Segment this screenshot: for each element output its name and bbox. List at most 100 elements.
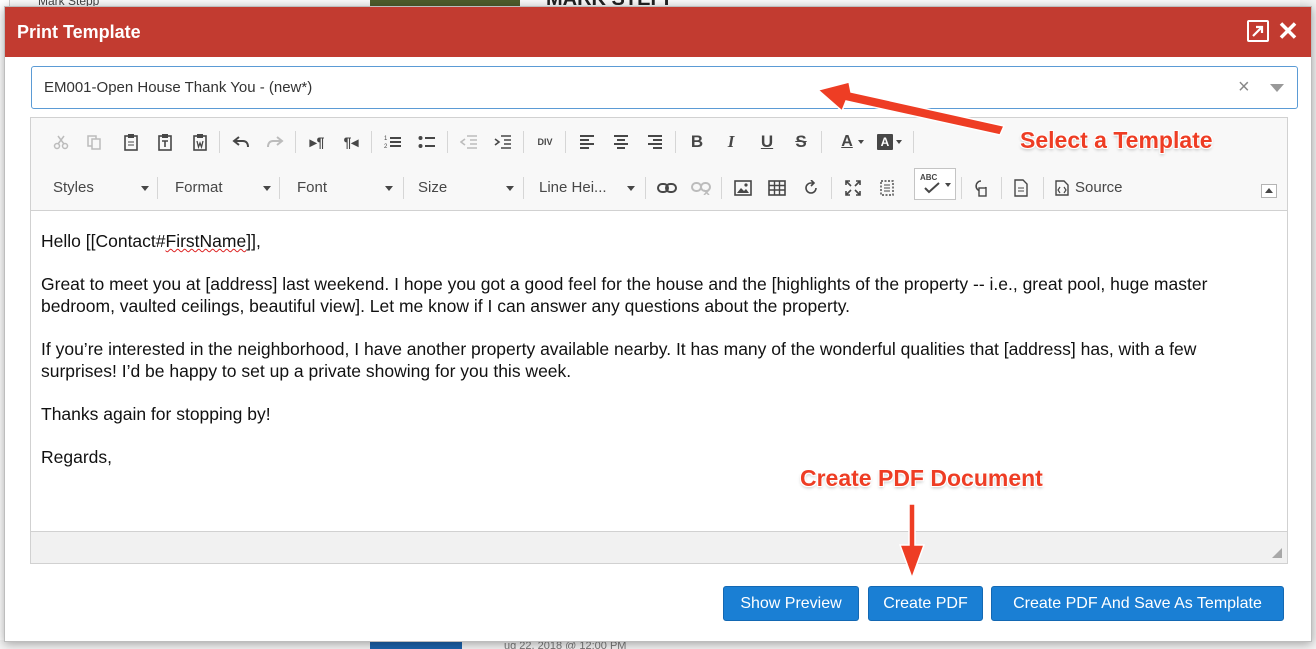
size-label: Size: [418, 179, 448, 196]
image-icon[interactable]: [729, 174, 757, 202]
toolbar-separator: [279, 177, 280, 199]
document-icon[interactable]: [1007, 174, 1035, 202]
toolbar-separator: [523, 177, 524, 199]
paste-word-icon[interactable]: [186, 128, 214, 156]
greeting-line: Hello [[Contact#FirstName]],: [41, 230, 1277, 252]
close-icon[interactable]: ✕: [1275, 16, 1301, 46]
toolbar-separator: [645, 177, 646, 199]
template-select[interactable]: EM001-Open House Thank You - (new*) ×: [31, 66, 1298, 109]
editor-body[interactable]: Hello [[Contact#FirstName]], Great to me…: [31, 212, 1287, 530]
underline-icon[interactable]: U: [753, 128, 781, 156]
italic-icon[interactable]: I: [717, 128, 745, 156]
editor-statusbar: [31, 531, 1287, 563]
toolbar-separator: [1043, 177, 1044, 199]
source-button[interactable]: Source: [1055, 174, 1123, 202]
chevron-down-icon: [385, 186, 393, 191]
paste-icon[interactable]: [117, 128, 145, 156]
rich-text-editor: ▸¶ ¶◂ 12 DIV B I U S A A Styles Format F…: [30, 117, 1288, 564]
outdent-icon[interactable]: [455, 128, 483, 156]
toolbar-separator: [913, 131, 914, 153]
bulleted-list-icon[interactable]: [413, 128, 441, 156]
chevron-down-icon: [627, 186, 635, 191]
toolbar-separator: [1001, 177, 1002, 199]
popout-icon[interactable]: [1247, 20, 1269, 42]
undo-icon[interactable]: [227, 128, 255, 156]
align-left-icon[interactable]: [573, 128, 601, 156]
print-template-dialog: Print Template ✕ EM001-Open House Thank …: [4, 6, 1312, 642]
size-dropdown[interactable]: Size: [410, 174, 520, 202]
align-center-icon[interactable]: [607, 128, 635, 156]
paste-text-icon[interactable]: [151, 128, 179, 156]
toolbar-separator: [523, 131, 524, 153]
indent-icon[interactable]: [489, 128, 517, 156]
toolbar-separator: [831, 177, 832, 199]
chevron-down-icon: [945, 183, 951, 187]
text-color-dropdown-icon[interactable]: [858, 140, 864, 144]
source-icon: [1055, 180, 1069, 196]
unlink-icon[interactable]: [687, 174, 715, 202]
create-pdf-button[interactable]: Create PDF: [868, 586, 983, 621]
spellcheck-icon: [924, 182, 940, 194]
body-paragraph-3: Thanks again for stopping by!: [41, 404, 271, 424]
collapse-toolbar-icon[interactable]: [1261, 184, 1277, 198]
align-right-icon[interactable]: [641, 128, 669, 156]
toolbar-separator: [565, 131, 566, 153]
refresh-icon[interactable]: [797, 174, 825, 202]
numbered-list-icon[interactable]: 12: [379, 128, 407, 156]
merge-field-token: FirstName: [165, 231, 247, 251]
ltr-icon[interactable]: ▸¶: [303, 128, 331, 156]
format-dropdown[interactable]: Format: [167, 174, 277, 202]
font-label: Font: [297, 179, 328, 196]
template-select-value: EM001-Open House Thank You - (new*): [44, 79, 313, 96]
strikethrough-icon[interactable]: S: [787, 128, 815, 156]
spellcheck-button[interactable]: ABC: [914, 168, 956, 200]
toolbar-separator: [821, 131, 822, 153]
format-label: Format: [175, 179, 223, 196]
styles-label: Styles: [53, 179, 94, 196]
styles-dropdown[interactable]: Styles: [45, 174, 155, 202]
resize-handle-icon[interactable]: [1271, 547, 1283, 559]
div-icon[interactable]: DIV: [531, 128, 559, 156]
maximize-icon[interactable]: [839, 174, 867, 202]
chevron-down-icon: [506, 186, 514, 191]
copy-icon[interactable]: [80, 128, 108, 156]
background-color-dropdown-icon[interactable]: [896, 140, 902, 144]
text-color-icon[interactable]: A: [833, 128, 861, 156]
annotation-select-template: Select a Template: [1020, 127, 1213, 153]
cut-icon[interactable]: [47, 128, 75, 156]
toolbar-separator: [371, 131, 372, 153]
dialog-titlebar: Print Template ✕: [5, 7, 1311, 57]
create-pdf-and-save-button[interactable]: Create PDF And Save As Template: [991, 586, 1284, 621]
toolbar-separator: [721, 177, 722, 199]
link-icon[interactable]: [653, 174, 681, 202]
toolbar-separator: [675, 131, 676, 153]
spellcheck-label: ABC: [920, 173, 938, 182]
chevron-down-icon: [263, 186, 271, 191]
show-preview-button[interactable]: Show Preview: [723, 586, 859, 621]
toolbar-separator: [295, 131, 296, 153]
chevron-down-icon[interactable]: [1270, 84, 1284, 92]
table-icon[interactable]: [763, 174, 791, 202]
toolbar-separator: [219, 131, 220, 153]
svg-text:1: 1: [384, 136, 388, 142]
greeting-prefix: Hello [[Contact#: [41, 231, 166, 251]
show-blocks-icon[interactable]: [873, 174, 901, 202]
greeting-suffix: ]],: [246, 231, 261, 251]
closing-line: Regards,: [41, 447, 113, 467]
line-height-dropdown[interactable]: Line Hei...: [531, 174, 641, 202]
line-height-label: Line Hei...: [539, 179, 607, 196]
svg-text:2: 2: [384, 144, 388, 150]
rtl-icon[interactable]: ¶◂: [337, 128, 365, 156]
toolbar-separator: [961, 177, 962, 199]
font-dropdown[interactable]: Font: [289, 174, 399, 202]
toolbar-separator: [447, 131, 448, 153]
body-paragraph-2: If you’re interested in the neighborhood…: [41, 339, 1197, 381]
dialog-title: Print Template: [17, 22, 141, 42]
background-color-icon[interactable]: A: [877, 134, 893, 150]
redo-icon[interactable]: [261, 128, 289, 156]
clear-selection-icon[interactable]: ×: [1238, 76, 1250, 99]
paste-from-word-icon[interactable]: [967, 174, 995, 202]
chevron-down-icon: [141, 186, 149, 191]
bold-icon[interactable]: B: [683, 128, 711, 156]
source-label: Source: [1075, 179, 1123, 196]
